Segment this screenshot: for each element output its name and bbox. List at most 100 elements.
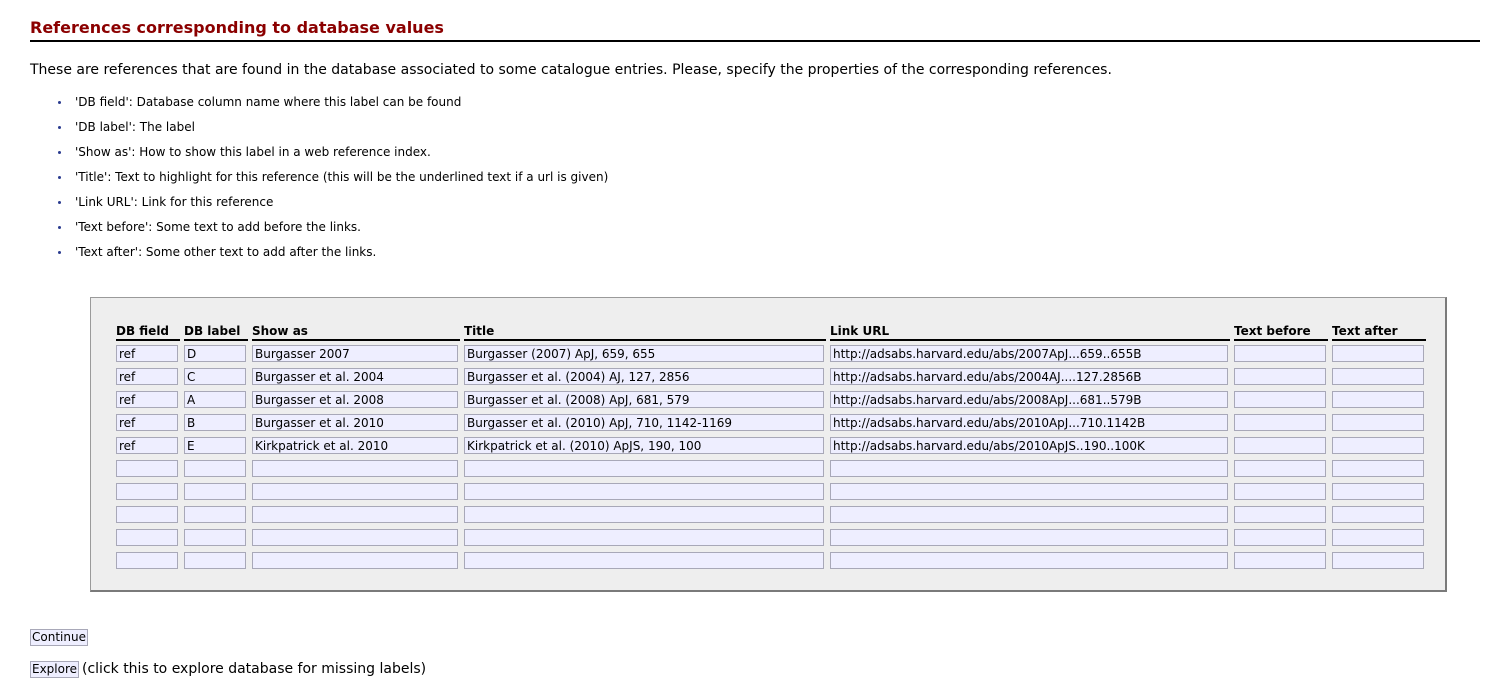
link-url-input[interactable]	[830, 437, 1228, 454]
text-before-input[interactable]	[1234, 414, 1326, 431]
column-header-title: Title	[464, 325, 826, 341]
db-label-input[interactable]	[184, 391, 246, 408]
text-before-input[interactable]	[1234, 437, 1326, 454]
show-as-input[interactable]	[252, 552, 458, 569]
column-header-text-after: Text after	[1332, 325, 1426, 341]
show-as-input[interactable]	[252, 391, 458, 408]
page-title: References corresponding to database val…	[30, 18, 1480, 42]
legend-item-label: 'DB field': Database column name where t…	[75, 95, 462, 109]
show-as-input[interactable]	[252, 506, 458, 523]
text-before-input[interactable]	[1234, 345, 1326, 362]
title-input[interactable]	[464, 483, 824, 500]
show-as-input[interactable]	[252, 437, 458, 454]
text-after-input[interactable]	[1332, 460, 1424, 477]
title-input[interactable]	[464, 529, 824, 546]
title-input[interactable]	[464, 368, 824, 385]
bullet-icon	[58, 126, 61, 129]
explore-button[interactable]: Explore	[30, 661, 80, 678]
link-url-input[interactable]	[830, 368, 1228, 385]
legend-item-db-field: 'DB field': Database column name where t…	[58, 94, 608, 119]
intro-text: These are references that are found in t…	[30, 62, 1112, 78]
show-as-input[interactable]	[252, 460, 458, 477]
bullet-icon	[58, 101, 61, 104]
db-label-input[interactable]	[184, 460, 246, 477]
text-after-input[interactable]	[1332, 345, 1424, 362]
legend-item-db-label: 'DB label': The label	[58, 119, 608, 144]
legend-item-label: 'DB label': The label	[75, 120, 195, 134]
title-input[interactable]	[464, 460, 824, 477]
legend-item-label: 'Show as': How to show this label in a w…	[75, 145, 431, 159]
text-after-input[interactable]	[1332, 529, 1424, 546]
legend-item-title: 'Title': Text to highlight for this refe…	[58, 169, 608, 194]
text-before-input[interactable]	[1234, 506, 1326, 523]
link-url-input[interactable]	[830, 529, 1228, 546]
show-as-input[interactable]	[252, 483, 458, 500]
title-input[interactable]	[464, 437, 824, 454]
db-field-input[interactable]	[116, 552, 178, 569]
link-url-input[interactable]	[830, 345, 1228, 362]
link-url-input[interactable]	[830, 414, 1228, 431]
db-label-input[interactable]	[184, 552, 246, 569]
db-label-input[interactable]	[184, 529, 246, 546]
show-as-input[interactable]	[252, 368, 458, 385]
text-after-input[interactable]	[1332, 368, 1424, 385]
legend-item-show-as: 'Show as': How to show this label in a w…	[58, 144, 608, 169]
text-after-input[interactable]	[1332, 506, 1424, 523]
db-field-input[interactable]	[116, 391, 178, 408]
legend-item-label: 'Text before': Some text to add before t…	[75, 220, 361, 234]
title-input[interactable]	[464, 506, 824, 523]
bullet-icon	[58, 251, 61, 254]
text-before-input[interactable]	[1234, 529, 1326, 546]
text-before-input[interactable]	[1234, 460, 1326, 477]
legend-item-link-url: 'Link URL': Link for this reference	[58, 194, 608, 219]
legend-item-label: 'Link URL': Link for this reference	[75, 195, 274, 209]
continue-button[interactable]: Continue	[30, 629, 88, 646]
title-input[interactable]	[464, 552, 824, 569]
field-legend: 'DB field': Database column name where t…	[58, 94, 608, 269]
text-after-input[interactable]	[1332, 552, 1424, 569]
db-label-input[interactable]	[184, 437, 246, 454]
db-field-input[interactable]	[116, 414, 178, 431]
link-url-input[interactable]	[830, 391, 1228, 408]
title-input[interactable]	[464, 345, 824, 362]
legend-item-label: 'Text after': Some other text to add aft…	[75, 245, 377, 259]
show-as-input[interactable]	[252, 345, 458, 362]
bullet-icon	[58, 226, 61, 229]
legend-item-text-after: 'Text after': Some other text to add aft…	[58, 244, 608, 269]
text-after-input[interactable]	[1332, 391, 1424, 408]
db-field-input[interactable]	[116, 460, 178, 477]
text-before-input[interactable]	[1234, 391, 1326, 408]
db-field-input[interactable]	[116, 437, 178, 454]
show-as-input[interactable]	[252, 414, 458, 431]
text-before-input[interactable]	[1234, 368, 1326, 385]
db-label-input[interactable]	[184, 414, 246, 431]
text-before-input[interactable]	[1234, 483, 1326, 500]
db-field-input[interactable]	[116, 345, 178, 362]
column-header-db-label: DB label	[184, 325, 248, 341]
column-header-text-before: Text before	[1234, 325, 1328, 341]
text-before-input[interactable]	[1234, 552, 1326, 569]
title-input[interactable]	[464, 391, 824, 408]
column-header-show-as: Show as	[252, 325, 460, 341]
link-url-input[interactable]	[830, 483, 1228, 500]
db-label-input[interactable]	[184, 483, 246, 500]
text-after-input[interactable]	[1332, 483, 1424, 500]
db-field-input[interactable]	[116, 483, 178, 500]
db-field-input[interactable]	[116, 506, 178, 523]
bullet-icon	[58, 176, 61, 179]
db-label-input[interactable]	[184, 345, 246, 362]
db-label-input[interactable]	[184, 368, 246, 385]
text-after-input[interactable]	[1332, 414, 1424, 431]
bullet-icon	[58, 151, 61, 154]
db-field-input[interactable]	[116, 368, 178, 385]
show-as-input[interactable]	[252, 529, 458, 546]
legend-item-label: 'Title': Text to highlight for this refe…	[75, 170, 609, 184]
column-header-link-url: Link URL	[830, 325, 1230, 341]
link-url-input[interactable]	[830, 460, 1228, 477]
db-field-input[interactable]	[116, 529, 178, 546]
link-url-input[interactable]	[830, 552, 1228, 569]
title-input[interactable]	[464, 414, 824, 431]
db-label-input[interactable]	[184, 506, 246, 523]
link-url-input[interactable]	[830, 506, 1228, 523]
text-after-input[interactable]	[1332, 437, 1424, 454]
